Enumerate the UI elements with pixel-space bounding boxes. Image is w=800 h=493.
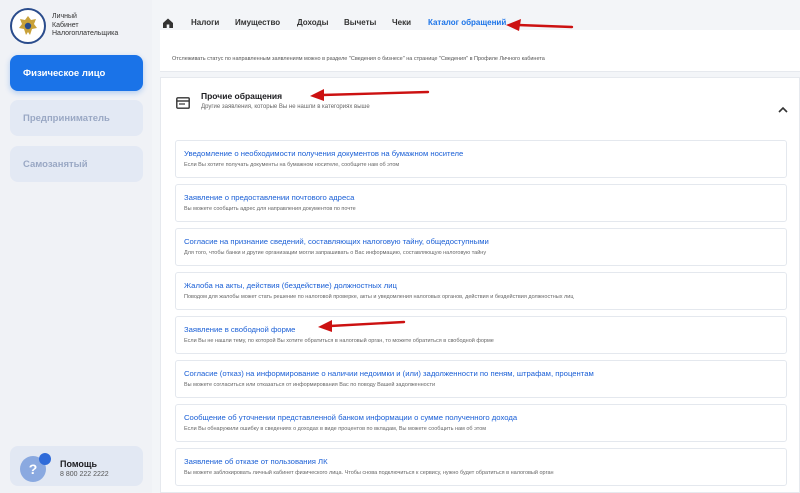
appeal-item-complaint[interactable]: Жалоба на акты, действия (бездействие) д… — [175, 272, 787, 310]
previous-section-card: Отслеживать статус по направленным заявл… — [160, 30, 800, 72]
role-individual-button[interactable]: Физическое лицо — [10, 55, 143, 91]
appeal-item-paper-documents[interactable]: Уведомление о необходимости получения до… — [175, 140, 787, 178]
question-icon: ? — [20, 453, 51, 482]
role-entrepreneur-button[interactable]: Предприниматель — [10, 100, 143, 136]
appeal-item-description: Вы можете сообщить адрес для направления… — [184, 206, 356, 212]
tab-taxes[interactable]: Налоги — [191, 18, 219, 27]
appeal-item-title[interactable]: Уведомление о необходимости получения до… — [184, 149, 463, 158]
appeal-item-description: Вы можете заблокировать личный кабинет ф… — [184, 470, 554, 476]
appeal-item-description: Поводом для жалобы может стать решение п… — [184, 294, 574, 300]
appeal-item-free-form[interactable]: Заявление в свободной форме Если Вы не н… — [175, 316, 787, 354]
role-self-employed-button[interactable]: Самозанятый — [10, 146, 143, 182]
appeal-item-description: Для того, чтобы банки и другие организац… — [184, 250, 487, 256]
appeal-item-arrears-informing[interactable]: Согласие (отказ) на информирование о нал… — [175, 360, 787, 398]
fns-emblem-icon — [10, 8, 46, 44]
help-title: Помощь — [60, 459, 98, 469]
chevron-up-icon[interactable] — [778, 100, 788, 118]
appeal-item-title[interactable]: Заявление о предоставлении почтового адр… — [184, 193, 354, 202]
appeal-item-description: Вы можете согласиться или отказаться от … — [184, 382, 436, 388]
tab-property[interactable]: Имущество — [235, 18, 280, 27]
section-title[interactable]: Прочие обращения — [201, 91, 282, 101]
logo[interactable]: Личный Кабинет Налогоплательщика — [10, 8, 118, 44]
tab-income[interactable]: Доходы — [297, 18, 328, 27]
document-folder-icon — [176, 96, 190, 114]
help-widget[interactable]: ? Помощь 8 800 222 2222 — [10, 446, 143, 486]
logo-line-3: Налогоплательщика — [52, 30, 119, 38]
previous-status-text: Отслеживать статус по направленным заявл… — [172, 56, 545, 62]
tab-appeals-catalog[interactable]: Каталог обращений — [428, 18, 506, 27]
logo-line-1: Личный — [52, 13, 77, 21]
appeal-item-postal-address[interactable]: Заявление о предоставлении почтового адр… — [175, 184, 787, 222]
appeal-item-title[interactable]: Заявление в свободной форме — [184, 325, 295, 334]
appeal-item-bank-income-correction[interactable]: Сообщение об уточнении представленной ба… — [175, 404, 787, 442]
logo-line-2: Кабинет — [52, 21, 79, 29]
appeal-item-title[interactable]: Заявление об отказе от пользования ЛК — [184, 457, 328, 466]
tab-deductions[interactable]: Вычеты — [344, 18, 376, 27]
logo-text: Личный Кабинет Налогоплательщика — [52, 13, 118, 39]
appeal-item-title[interactable]: Жалоба на акты, действия (бездействие) д… — [184, 281, 397, 290]
appeal-item-title[interactable]: Сообщение об уточнении представленной ба… — [184, 413, 517, 422]
appeal-item-description: Если Вы обнаружили ошибку в сведениях о … — [184, 426, 487, 432]
sidebar: Личный Кабинет Налогоплательщика Физичес… — [0, 0, 152, 493]
section-subtitle: Другие заявления, которые Вы не нашли в … — [201, 104, 370, 110]
appeal-item-title[interactable]: Согласие на признание сведений, составля… — [184, 237, 489, 246]
appeal-item-description: Если Вы хотите получать документы на бум… — [184, 162, 400, 168]
tab-receipts[interactable]: Чеки — [392, 18, 411, 27]
appeal-item-account-refusal[interactable]: Заявление об отказе от пользования ЛК Вы… — [175, 448, 787, 486]
appeal-item-tax-secret-consent[interactable]: Согласие на признание сведений, составля… — [175, 228, 787, 266]
appeal-item-title[interactable]: Согласие (отказ) на информирование о нал… — [184, 369, 594, 378]
appeal-item-description: Если Вы не нашли тему, по которой Вы хот… — [184, 338, 494, 344]
help-phone: 8 800 222 2222 — [60, 471, 109, 478]
other-appeals-section: Прочие обращения Другие заявления, котор… — [160, 77, 800, 493]
